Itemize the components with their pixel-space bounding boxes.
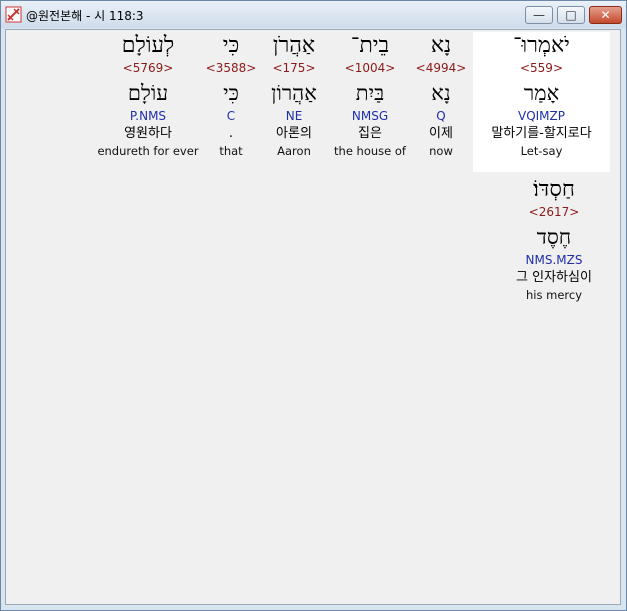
close-button[interactable]: ✕ bbox=[589, 6, 622, 24]
hebrew-lemma: בַּיִת bbox=[355, 81, 385, 105]
english-gloss: endureth for ever bbox=[97, 144, 199, 158]
app-window: @원전본해 - 시 118:3 — □ ✕ יֹאמְרוּ־ <559> אָ… bbox=[0, 0, 627, 611]
morphology-code: Q bbox=[436, 109, 446, 123]
minimize-icon: — bbox=[533, 8, 545, 22]
morphology-code: VQIMZP bbox=[517, 109, 565, 123]
korean-gloss: . bbox=[228, 126, 234, 141]
strong-number[interactable]: <2617> bbox=[498, 204, 610, 220]
close-icon: ✕ bbox=[600, 8, 611, 22]
word-block-3[interactable]: אַהֲרֹן <175> אַהֲרוֹן NE 아론의 Aaron bbox=[256, 32, 332, 159]
word-block-0[interactable]: יֹאמְרוּ־ <559> אָמַר VQIMZP 말하기를-할지로다 L… bbox=[473, 32, 610, 172]
english-gloss: his mercy bbox=[525, 288, 582, 302]
korean-gloss: 영원하다 bbox=[124, 126, 172, 141]
morphology-code: C bbox=[226, 109, 236, 123]
hebrew-word: יֹאמְרוּ־ bbox=[513, 33, 570, 58]
english-gloss: that bbox=[219, 144, 243, 158]
hebrew-word: חַסְדּוֹ׃ bbox=[533, 177, 575, 202]
word-block-2[interactable]: בֵית־ <1004> בַּיִת NMSG 집은 the house of bbox=[330, 32, 410, 159]
korean-gloss: 말하기를-할지로다 bbox=[491, 126, 592, 141]
strong-number[interactable]: <175> bbox=[256, 60, 332, 76]
hebrew-lemma: חֶסֶד bbox=[536, 225, 572, 249]
korean-gloss: 그 인자하심이 bbox=[516, 270, 592, 285]
hebrew-word: בֵית־ bbox=[350, 33, 390, 58]
english-gloss: Aaron bbox=[277, 144, 311, 158]
morphology-code: NMS.MZS bbox=[525, 253, 583, 267]
morphology-code: NE bbox=[285, 109, 303, 123]
hebrew-word: אַהֲרֹן bbox=[272, 33, 316, 58]
maximize-icon: □ bbox=[565, 8, 577, 22]
hebrew-word: כִּי bbox=[222, 33, 240, 58]
strong-number[interactable]: <5769> bbox=[96, 60, 200, 76]
hebrew-lemma: כִּי bbox=[223, 81, 239, 105]
hebrew-word: נָא bbox=[430, 33, 452, 58]
korean-gloss: 집은 bbox=[358, 126, 382, 141]
interlinear-view[interactable]: יֹאמְרוּ־ <559> אָמַר VQIMZP 말하기를-할지로다 L… bbox=[5, 29, 621, 605]
english-gloss: the house of bbox=[334, 144, 406, 158]
word-block-1[interactable]: נָא <4994> נָא Q 이제 now bbox=[413, 32, 469, 159]
title-bar[interactable]: @원전본해 - 시 118:3 — □ ✕ bbox=[1, 1, 626, 28]
minimize-button[interactable]: — bbox=[525, 6, 553, 24]
strong-number[interactable]: <4994> bbox=[413, 60, 469, 76]
word-block-6[interactable]: חַסְדּוֹ׃ <2617> חֶסֶד NMS.MZS 그 인자하심이 h… bbox=[498, 176, 610, 303]
strong-number[interactable]: <559> bbox=[473, 60, 610, 76]
hebrew-word: לְעוֹלָם bbox=[121, 33, 175, 58]
english-gloss: now bbox=[429, 144, 453, 158]
maximize-button[interactable]: □ bbox=[557, 6, 585, 24]
korean-gloss: 아론의 bbox=[276, 126, 312, 141]
morphology-code: NMSG bbox=[351, 109, 389, 123]
hebrew-lemma: אָמַר bbox=[523, 81, 560, 105]
hebrew-lemma: אַהֲרוֹן bbox=[271, 81, 317, 105]
english-gloss: Let-say bbox=[520, 144, 563, 158]
korean-gloss: 이제 bbox=[429, 126, 453, 141]
window-title: @원전본해 - 시 118:3 bbox=[26, 9, 144, 23]
hebrew-lemma: עוֹלָם bbox=[127, 81, 169, 105]
word-block-4[interactable]: כִּי <3588> כִּי C . that bbox=[204, 32, 258, 159]
strong-number[interactable]: <3588> bbox=[204, 60, 258, 76]
strong-number[interactable]: <1004> bbox=[330, 60, 410, 76]
word-block-5[interactable]: לְעוֹלָם <5769> עוֹלָם P.NMS 영원하다 endure… bbox=[96, 32, 200, 159]
hebrew-lemma: נָא bbox=[431, 81, 451, 105]
bible-app-icon[interactable] bbox=[5, 6, 22, 23]
morphology-code: P.NMS bbox=[129, 109, 167, 123]
